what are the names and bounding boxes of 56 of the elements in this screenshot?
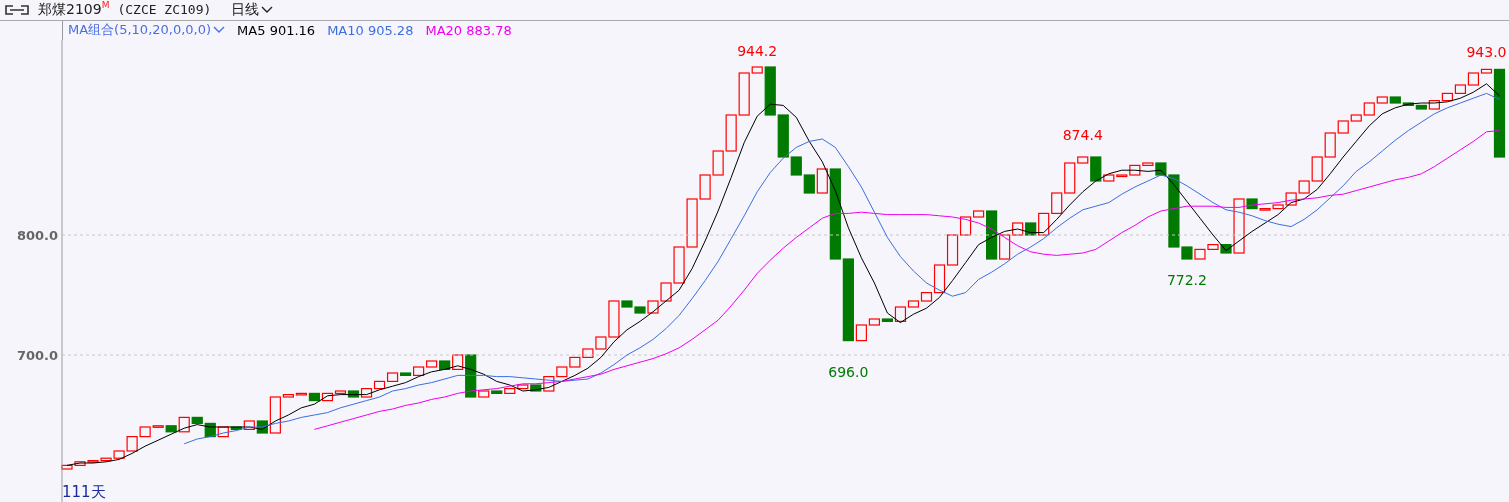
falling-candle bbox=[1025, 222, 1037, 236]
rising-candle bbox=[1441, 92, 1453, 102]
rising-candle bbox=[569, 356, 581, 368]
rising-candle bbox=[373, 380, 386, 390]
rising-candle bbox=[452, 354, 464, 370]
ma-legend-value: MA20 883.78 bbox=[425, 22, 512, 38]
rising-candle bbox=[1428, 100, 1440, 110]
rising-candle bbox=[217, 426, 229, 438]
y-axis-label: 800.0 bbox=[16, 228, 58, 243]
y-axis-label: 700.0 bbox=[16, 348, 58, 363]
high-price-label: 874.4 bbox=[1062, 126, 1103, 143]
rising-candle bbox=[816, 168, 828, 194]
falling-candle bbox=[803, 174, 815, 194]
rising-candle bbox=[386, 372, 399, 382]
ma-group-dropdown[interactable]: MA组合(5,10,20,0,0,0) bbox=[68, 21, 226, 40]
rising-candle bbox=[582, 348, 594, 358]
falling-candle bbox=[347, 390, 360, 398]
falling-candle bbox=[165, 425, 177, 433]
rising-candle bbox=[1038, 212, 1050, 236]
low-price-label: 696.0 bbox=[828, 363, 869, 380]
rising-candle bbox=[556, 366, 568, 378]
falling-candle bbox=[230, 426, 242, 430]
day-count-label: 111天 bbox=[62, 483, 106, 501]
falling-candle bbox=[491, 390, 503, 394]
caret-icon bbox=[261, 5, 274, 14]
rising-candle bbox=[543, 376, 555, 392]
falling-candle bbox=[530, 384, 542, 392]
falling-candle bbox=[881, 318, 894, 322]
rising-candle bbox=[243, 420, 255, 430]
rising-candle bbox=[360, 388, 373, 398]
falling-candle bbox=[256, 420, 268, 434]
falling-candle bbox=[439, 360, 451, 370]
rising-candle bbox=[647, 300, 659, 314]
period-dropdown[interactable]: 日线 bbox=[219, 0, 274, 19]
falling-candle bbox=[1246, 198, 1258, 210]
falling-candle bbox=[1090, 156, 1102, 182]
falling-candle bbox=[308, 392, 321, 402]
ma-legend-value: MA5 901.16 bbox=[237, 22, 316, 38]
high-price-label: 943.0 bbox=[1466, 44, 1507, 61]
falling-candle bbox=[400, 372, 412, 376]
ma-legend-value: MA10 905.28 bbox=[327, 22, 414, 38]
contract-title: 郑煤2109$^{M}$ bbox=[38, 0, 110, 20]
caret-icon bbox=[213, 26, 226, 35]
rising-candle bbox=[1454, 84, 1466, 94]
falling-candle bbox=[1220, 244, 1232, 254]
low-price-label: 772.2 bbox=[1166, 272, 1207, 289]
falling-candle bbox=[465, 354, 477, 398]
rising-candle bbox=[413, 366, 425, 376]
high-price-label: 944.2 bbox=[737, 42, 778, 59]
falling-candle bbox=[764, 66, 776, 116]
contract-code: (CZCE ZC109) bbox=[117, 2, 212, 18]
rising-candle bbox=[1233, 198, 1245, 254]
rising-candle bbox=[178, 416, 190, 433]
rising-candle bbox=[478, 390, 490, 398]
falling-candle bbox=[986, 210, 998, 260]
link-icon[interactable] bbox=[4, 3, 30, 16]
